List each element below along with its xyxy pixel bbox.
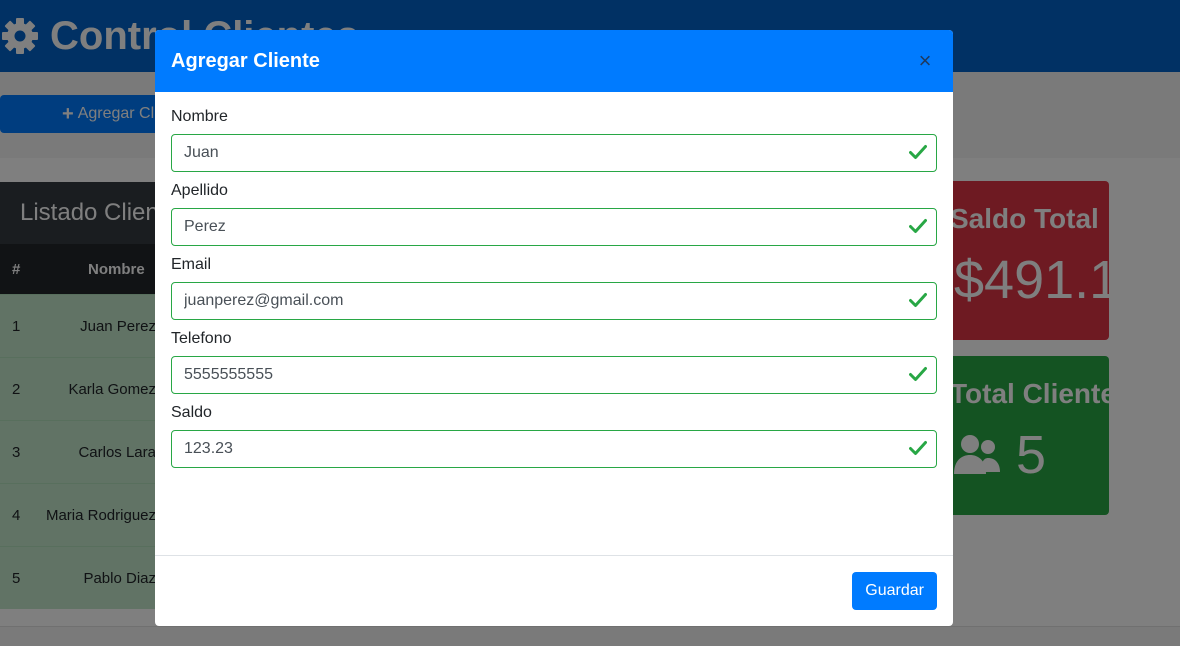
modal-footer: Guardar [155,555,953,626]
email-input[interactable] [171,282,937,320]
nombre-field-wrap [171,134,937,172]
check-icon [909,367,927,381]
close-button[interactable]: × [913,48,937,73]
nombre-group: Nombre [171,108,937,172]
modal-header: Agregar Cliente × [155,30,953,92]
apellido-input[interactable] [171,208,937,246]
apellido-field-wrap [171,208,937,246]
nombre-label: Nombre [171,108,228,125]
apellido-label: Apellido [171,182,228,199]
saldo-label: Saldo [171,404,212,421]
telefono-group: Telefono [171,330,937,394]
email-label: Email [171,256,212,273]
email-group: Email [171,256,937,320]
telefono-field-wrap [171,356,937,394]
check-icon [909,145,927,159]
check-icon [909,293,927,307]
nombre-input[interactable] [171,134,937,172]
telefono-label: Telefono [171,330,232,347]
apellido-group: Apellido [171,182,937,246]
close-icon: × [918,48,932,73]
modal-body: Nombre Apellido Email Telefono [155,92,953,555]
modal-title: Agregar Cliente [171,49,320,72]
check-icon [909,219,927,233]
saldo-field-wrap [171,430,937,468]
add-client-modal: Agregar Cliente × Nombre Apellido Email [155,30,953,626]
saldo-group: Saldo [171,404,937,468]
saldo-input[interactable] [171,430,937,468]
check-icon [909,441,927,455]
email-field-wrap [171,282,937,320]
save-button[interactable]: Guardar [852,572,937,610]
telefono-input[interactable] [171,356,937,394]
